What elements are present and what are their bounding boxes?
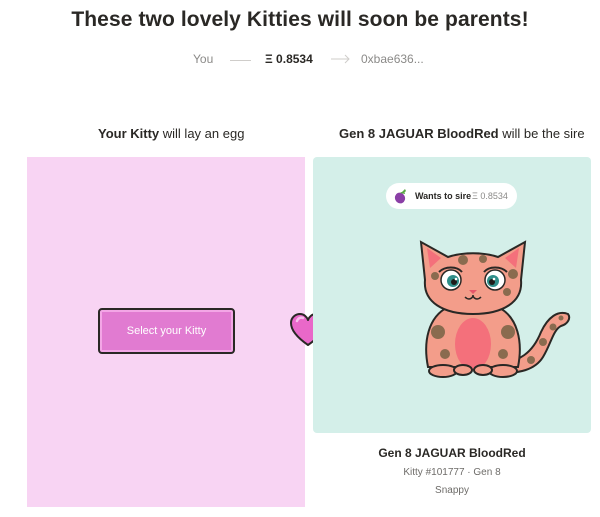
select-kitty-button[interactable]: Select your Kitty — [98, 308, 235, 354]
sire-label: Gen 8 JAGUAR BloodRed will be the sire — [339, 126, 585, 141]
wants-to-sire-label: Wants to sire — [415, 191, 472, 201]
matron-label: Your Kitty will lay an egg — [98, 126, 244, 141]
page-title: These two lovely Kitties will soon be pa… — [71, 8, 529, 31]
price-value: Ξ 0.8534 — [265, 52, 313, 66]
transaction-summary: You Ξ 0.8534 0xbae636... — [0, 51, 600, 69]
matron-label-bold: Your Kitty — [98, 126, 160, 141]
matron-label-rest: will lay an egg — [159, 126, 245, 141]
kitty-name[interactable]: Gen 8 JAGUAR BloodRed — [313, 446, 591, 460]
kitty-trait: Snappy — [435, 485, 469, 496]
kitty-meta: Kitty #101777 · Gen 8 — [403, 467, 501, 478]
divider-line — [230, 60, 251, 61]
sire-label-bold: Gen 8 JAGUAR BloodRed — [339, 126, 499, 141]
from-label: You — [193, 52, 214, 66]
sire-price: Ξ 0.8534 — [472, 191, 508, 201]
seller-address[interactable]: 0xbae636... — [361, 52, 424, 66]
sire-label-rest: will be the sire — [498, 126, 585, 141]
eggplant-icon — [394, 189, 406, 204]
wants-to-sire-badge: Wants to sire Ξ 0.8534 — [386, 183, 517, 209]
arrow-right-icon — [331, 54, 350, 64]
kitty-image[interactable] — [383, 232, 573, 382]
